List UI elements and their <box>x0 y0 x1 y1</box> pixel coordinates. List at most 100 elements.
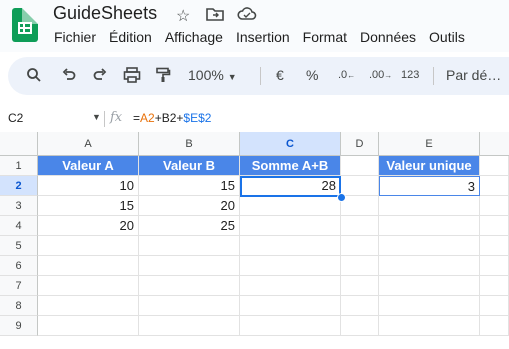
decrease-decimals-button[interactable]: .0← <box>338 69 355 81</box>
cell-d8[interactable] <box>341 296 379 316</box>
column-header-d[interactable]: D <box>341 132 379 156</box>
cell-f1[interactable] <box>480 156 509 176</box>
font-select[interactable]: Par dé… <box>446 67 501 83</box>
folder-move-icon[interactable] <box>206 6 224 27</box>
cell-d4[interactable] <box>341 216 379 236</box>
row-header-4[interactable]: 4 <box>0 216 38 236</box>
formula-input[interactable]: =A2+B2+$E$2 <box>133 111 211 125</box>
column-header-f[interactable] <box>480 132 509 156</box>
cell-e8[interactable] <box>379 296 480 316</box>
currency-format-button[interactable]: € <box>276 67 284 83</box>
formula-ref-a2: A2 <box>140 111 155 125</box>
menu-donnees[interactable]: Données <box>360 29 416 45</box>
zoom-select[interactable]: 100% ▼ <box>188 67 237 83</box>
cell-c9[interactable] <box>240 316 341 336</box>
cell-b4[interactable]: 25 <box>139 216 240 236</box>
cell-a8[interactable] <box>38 296 139 316</box>
cell-a2[interactable]: 10 <box>38 176 139 196</box>
cell-d7[interactable] <box>341 276 379 296</box>
cell-e2[interactable]: 3 <box>379 176 480 196</box>
number-format-button[interactable]: 123 <box>401 69 419 81</box>
increase-decimals-button[interactable]: .00→ <box>369 69 392 81</box>
undo-icon[interactable] <box>61 67 77 86</box>
name-box[interactable]: C2 <box>8 111 23 125</box>
cell-b2[interactable]: 15 <box>139 176 240 196</box>
star-icon[interactable]: ☆ <box>176 6 190 26</box>
cell-b6[interactable] <box>139 256 240 276</box>
row-header-2[interactable]: 2 <box>0 176 38 196</box>
cell-e4[interactable] <box>379 216 480 236</box>
search-icon[interactable] <box>26 67 42 86</box>
cell-d2[interactable] <box>341 176 379 196</box>
cell-d3[interactable] <box>341 196 379 216</box>
menu-outils[interactable]: Outils <box>429 29 465 45</box>
fill-handle[interactable] <box>337 193 346 202</box>
print-icon[interactable] <box>123 67 141 86</box>
cell-b9[interactable] <box>139 316 240 336</box>
row-header-8[interactable]: 8 <box>0 296 38 316</box>
sheets-logo-icon[interactable] <box>12 8 38 42</box>
cell-a5[interactable] <box>38 236 139 256</box>
cell-b7[interactable] <box>139 276 240 296</box>
cell-b5[interactable] <box>139 236 240 256</box>
menu-edition[interactable]: Édition <box>109 29 152 45</box>
cell-b1[interactable]: Valeur B <box>139 156 240 176</box>
cell-a4[interactable]: 20 <box>38 216 139 236</box>
row-header-5[interactable]: 5 <box>0 236 38 256</box>
cell-b3[interactable]: 20 <box>139 196 240 216</box>
redo-icon[interactable] <box>92 67 108 86</box>
row-header-9[interactable]: 9 <box>0 316 38 336</box>
cell-c3[interactable] <box>240 196 341 216</box>
document-title[interactable]: GuideSheets <box>53 3 157 24</box>
cell-f6[interactable] <box>480 256 509 276</box>
cell-f8[interactable] <box>480 296 509 316</box>
cell-a9[interactable] <box>38 316 139 336</box>
cell-c2[interactable]: 28 <box>240 176 341 196</box>
cell-e6[interactable] <box>379 256 480 276</box>
row-header-7[interactable]: 7 <box>0 276 38 296</box>
cell-e7[interactable] <box>379 276 480 296</box>
cell-f7[interactable] <box>480 276 509 296</box>
cell-a3[interactable]: 15 <box>38 196 139 216</box>
cell-c7[interactable] <box>240 276 341 296</box>
column-header-c[interactable]: C <box>240 132 341 156</box>
column-header-e[interactable]: E <box>379 132 480 156</box>
cell-c1[interactable]: Somme A+B <box>240 156 341 176</box>
column-header-a[interactable]: A <box>38 132 139 156</box>
cell-f4[interactable] <box>480 216 509 236</box>
cell-e9[interactable] <box>379 316 480 336</box>
cell-d6[interactable] <box>341 256 379 276</box>
cell-f9[interactable] <box>480 316 509 336</box>
row-header-1[interactable]: 1 <box>0 156 38 176</box>
row-header-3[interactable]: 3 <box>0 196 38 216</box>
cell-e5[interactable] <box>379 236 480 256</box>
cell-c4[interactable] <box>240 216 341 236</box>
column-header-b[interactable]: B <box>139 132 240 156</box>
percent-format-button[interactable]: % <box>306 67 318 83</box>
cell-f5[interactable] <box>480 236 509 256</box>
cell-e3[interactable] <box>379 196 480 216</box>
chevron-down-icon[interactable]: ▼ <box>92 112 101 122</box>
cell-d9[interactable] <box>341 316 379 336</box>
paint-format-icon[interactable] <box>155 67 171 86</box>
row-header-6[interactable]: 6 <box>0 256 38 276</box>
cell-d1[interactable] <box>341 156 379 176</box>
cell-a7[interactable] <box>38 276 139 296</box>
chevron-down-icon: ▼ <box>227 72 237 82</box>
cell-e1[interactable]: Valeur unique <box>379 156 480 176</box>
cell-c8[interactable] <box>240 296 341 316</box>
select-all-corner[interactable] <box>0 132 38 156</box>
cell-a6[interactable] <box>38 256 139 276</box>
menu-fichier[interactable]: Fichier <box>54 29 96 45</box>
cell-c6[interactable] <box>240 256 341 276</box>
cell-c5[interactable] <box>240 236 341 256</box>
menu-affichage[interactable]: Affichage <box>165 29 223 45</box>
cell-a1[interactable]: Valeur A <box>38 156 139 176</box>
cell-f3[interactable] <box>480 196 509 216</box>
cell-b8[interactable] <box>139 296 240 316</box>
menu-insertion[interactable]: Insertion <box>236 29 290 45</box>
cell-d5[interactable] <box>341 236 379 256</box>
cell-f2[interactable] <box>480 176 509 196</box>
cloud-status-icon[interactable] <box>237 6 257 27</box>
menu-format[interactable]: Format <box>303 29 347 45</box>
